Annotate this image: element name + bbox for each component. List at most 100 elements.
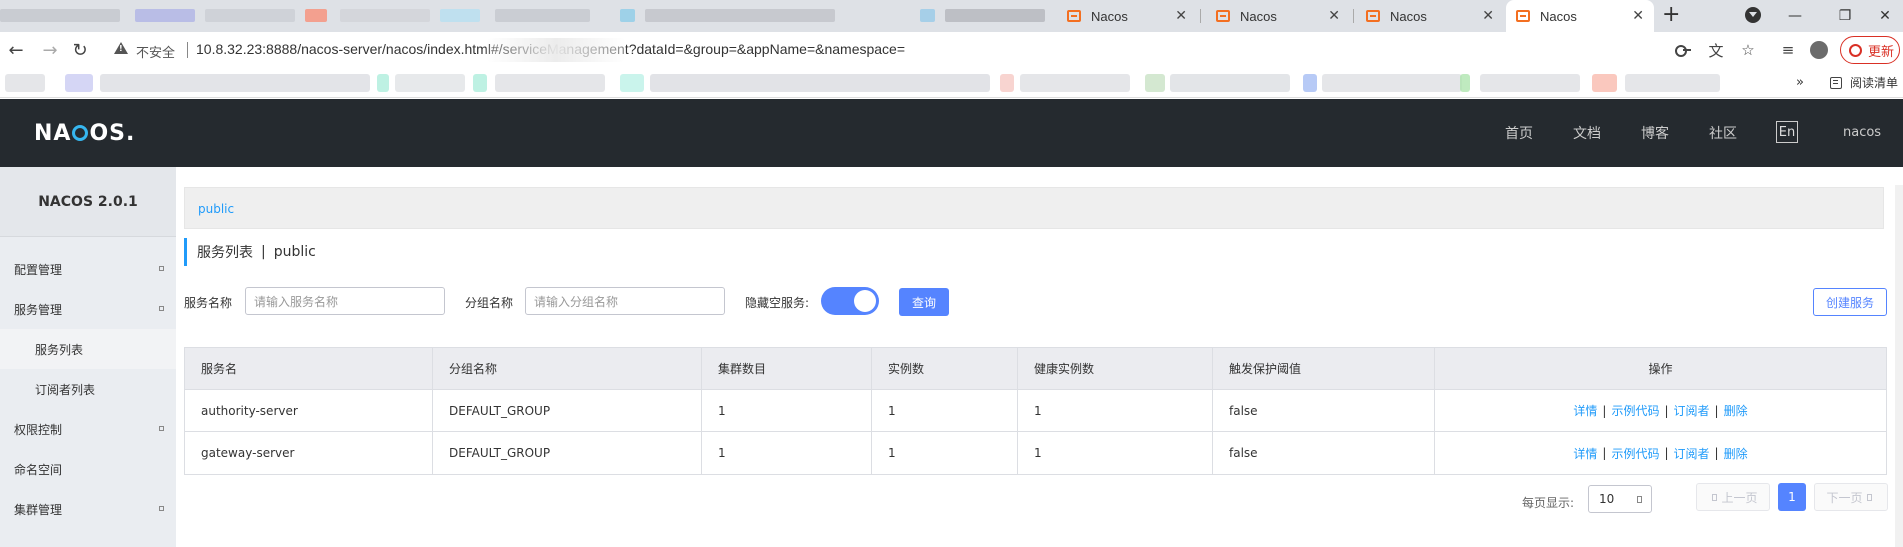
next-page-label: 下一页 xyxy=(1826,490,1863,505)
address-divider xyxy=(187,42,188,58)
bookmarks-bar: » 阅读清单 xyxy=(0,68,1903,98)
sample-code-link[interactable]: 示例代码 xyxy=(1611,445,1659,462)
sample-code-link[interactable]: 示例代码 xyxy=(1611,402,1659,419)
page-size-label: 每页显示: xyxy=(1522,496,1575,510)
group-name-label: 分组名称 xyxy=(465,296,514,310)
address-bar[interactable]: 不安全 10.8.32.23:8888/nacos-server/nacos/i… xyxy=(104,36,1664,64)
op-separator: | xyxy=(1714,403,1719,418)
sidebar-item-subscribers[interactable]: 订阅者列表 xyxy=(0,369,176,409)
next-page-button[interactable]: 下一页 xyxy=(1814,483,1888,511)
back-arrow-icon[interactable]: ← xyxy=(4,38,28,62)
sidebar-item-config[interactable]: 配置管理 xyxy=(0,249,176,289)
next-arrow-icon xyxy=(1866,493,1872,501)
browser-tab-bar: Nacos ✕ Nacos ✕ Nacos ✕ Nacos ✕ + — ❐ ✕ xyxy=(0,0,1903,32)
subscriber-link[interactable]: 订阅者 xyxy=(1674,445,1710,462)
service-name-input[interactable]: 请输入服务名称 xyxy=(245,287,445,315)
group-name-input[interactable]: 请输入分组名称 xyxy=(525,287,725,315)
cell-healthy-count: 1 xyxy=(1018,390,1213,431)
cell-instance-count: 1 xyxy=(872,390,1018,431)
restore-icon[interactable]: ❐ xyxy=(1825,0,1865,32)
table-row: gateway-server DEFAULT_GROUP 1 1 1 false… xyxy=(185,432,1886,474)
tab-nacos-2[interactable]: Nacos ✕ xyxy=(1206,0,1350,32)
column-header: 实例数 xyxy=(872,348,1018,389)
update-button[interactable]: 更新 xyxy=(1840,36,1900,64)
reading-list-button[interactable]: 阅读清单 xyxy=(1830,74,1898,91)
tab-nacos-active[interactable]: Nacos ✕ xyxy=(1506,0,1654,32)
bookmark-star-icon[interactable]: ☆ xyxy=(1738,41,1758,59)
nav-blog[interactable]: 博客 xyxy=(1641,123,1669,143)
main-content: public 服务列表 | public 服务名称 请输入服务名称 分组名称 请… xyxy=(176,167,1903,547)
tab-search-icon[interactable] xyxy=(1745,7,1761,23)
reload-icon[interactable]: ↻ xyxy=(68,38,92,62)
delete-link[interactable]: 删除 xyxy=(1724,402,1748,419)
column-header: 分组名称 xyxy=(433,348,702,389)
window-close-icon[interactable]: ✕ xyxy=(1865,0,1903,32)
bookmarks-more-icon[interactable]: » xyxy=(1796,75,1804,90)
update-label: 更新 xyxy=(1868,44,1895,60)
expand-arrow-icon xyxy=(159,266,164,271)
page-number-current[interactable]: 1 xyxy=(1778,483,1806,511)
minimize-icon[interactable]: — xyxy=(1775,0,1815,32)
tab-nacos-1[interactable]: Nacos ✕ xyxy=(1057,0,1197,32)
nacos-logo[interactable]: NA OS. xyxy=(34,121,135,146)
sidebar-item-label: 权限控制 xyxy=(14,422,63,437)
new-tab-plus-icon[interactable]: + xyxy=(1662,2,1680,27)
security-label[interactable]: 不安全 xyxy=(136,42,175,61)
nav-home[interactable]: 首页 xyxy=(1505,123,1533,143)
subscriber-link[interactable]: 订阅者 xyxy=(1674,402,1710,419)
prev-page-label: 上一页 xyxy=(1721,490,1758,505)
tab-nacos-3[interactable]: Nacos ✕ xyxy=(1356,0,1504,32)
cell-protect-threshold: false xyxy=(1213,432,1435,474)
service-table: 服务名 分组名称 集群数目 实例数 健康实例数 触发保护阈值 操作 author… xyxy=(184,347,1887,475)
url-blur-mask xyxy=(486,38,626,62)
sidebar-item-auth[interactable]: 权限控制 xyxy=(0,409,176,449)
cell-service-name: authority-server xyxy=(185,390,433,431)
tab-separator xyxy=(1353,9,1354,23)
media-queue-icon[interactable]: ≡ xyxy=(1778,41,1798,59)
cell-instance-count: 1 xyxy=(872,432,1018,474)
cell-cluster-count: 1 xyxy=(702,432,872,474)
expand-arrow-icon xyxy=(159,306,164,311)
tab-close-icon[interactable]: ✕ xyxy=(1328,8,1340,24)
sidebar-item-label: 配置管理 xyxy=(14,262,63,277)
profile-avatar-icon[interactable] xyxy=(1810,41,1828,59)
hide-empty-toggle[interactable] xyxy=(821,287,879,315)
warning-icon[interactable] xyxy=(114,42,128,54)
nav-community[interactable]: 社区 xyxy=(1709,123,1737,143)
forward-arrow-icon[interactable]: → xyxy=(38,38,62,62)
sidebar-item-service-list[interactable]: 服务列表 xyxy=(0,329,176,369)
password-key-icon[interactable] xyxy=(1675,45,1691,57)
cell-protect-threshold: false xyxy=(1213,390,1435,431)
prev-page-button[interactable]: 上一页 xyxy=(1696,483,1770,511)
column-header: 服务名 xyxy=(185,348,433,389)
tab-close-icon[interactable]: ✕ xyxy=(1482,8,1494,24)
prev-arrow-icon xyxy=(1712,493,1718,501)
column-header: 操作 xyxy=(1648,362,1673,376)
nav-docs[interactable]: 文档 xyxy=(1573,123,1601,143)
language-switch-button[interactable]: En xyxy=(1776,121,1798,143)
sidebar-item-service[interactable]: 服务管理 xyxy=(0,289,176,329)
nacos-favicon-icon xyxy=(1516,10,1530,22)
nacos-favicon-icon xyxy=(1366,10,1380,22)
query-button[interactable]: 查询 xyxy=(899,288,949,316)
create-service-button[interactable]: 创建服务 xyxy=(1813,288,1887,316)
tab-title: Nacos xyxy=(1540,8,1577,24)
detail-link[interactable]: 详情 xyxy=(1573,445,1597,462)
translate-icon[interactable]: 文 xyxy=(1706,41,1726,60)
page-scrollbar[interactable] xyxy=(1895,185,1903,547)
page-title-namespace: public xyxy=(273,244,316,260)
cell-group-name: DEFAULT_GROUP xyxy=(433,390,702,431)
reading-list-icon xyxy=(1830,76,1842,89)
sidebar-item-label: 集群管理 xyxy=(14,502,63,517)
sidebar-item-cluster[interactable]: 集群管理 xyxy=(0,489,176,529)
tab-close-icon[interactable]: ✕ xyxy=(1175,8,1187,24)
tab-close-icon[interactable]: ✕ xyxy=(1632,8,1644,24)
delete-link[interactable]: 删除 xyxy=(1724,445,1748,462)
sidebar-item-namespace[interactable]: 命名空间 xyxy=(0,449,176,489)
detail-link[interactable]: 详情 xyxy=(1573,402,1597,419)
op-separator: | xyxy=(1602,403,1607,418)
page-size-value: 10 xyxy=(1599,492,1615,506)
page-size-select[interactable]: 10 xyxy=(1588,485,1652,513)
user-menu[interactable]: nacos xyxy=(1843,125,1881,140)
namespace-link-public[interactable]: public xyxy=(198,202,234,216)
